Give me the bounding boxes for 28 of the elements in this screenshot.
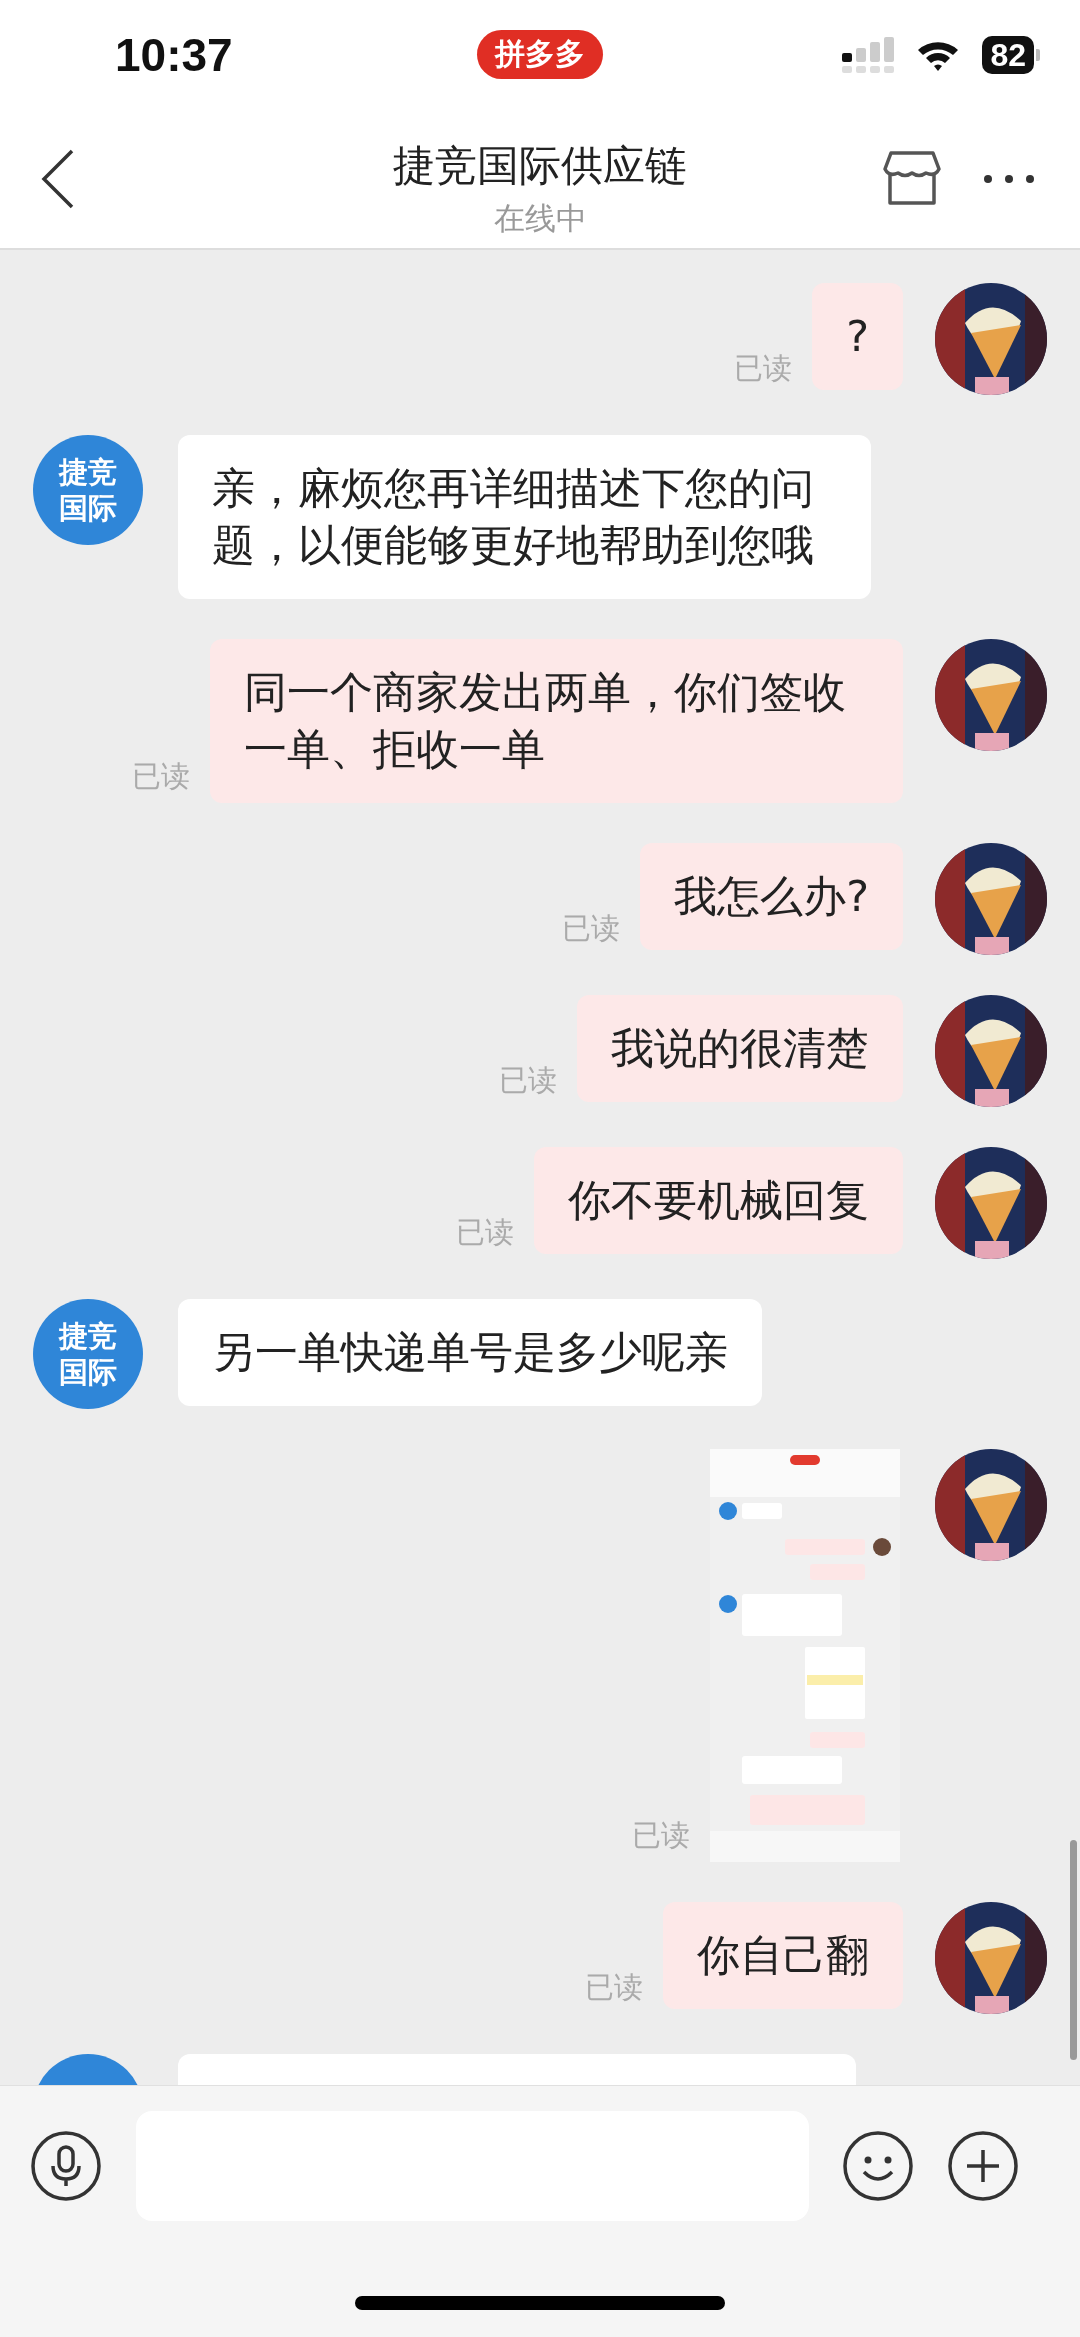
store-icon[interactable] bbox=[883, 151, 941, 207]
chat-title: 捷竞国际供应链 bbox=[393, 140, 687, 192]
message-bubble: 同一个商家发出两单，你们签收一单、拒收一单 bbox=[210, 639, 903, 803]
read-receipt: 已读 bbox=[132, 758, 190, 795]
read-receipt: 已读 bbox=[456, 1214, 514, 1251]
app-badge: 拼多多 bbox=[477, 30, 603, 79]
message-bubble: 我怎么办? bbox=[640, 843, 903, 950]
read-receipt: 已读 bbox=[734, 350, 793, 387]
signal-icon bbox=[842, 37, 895, 73]
online-status: 在线中 bbox=[493, 199, 587, 238]
back-icon[interactable] bbox=[40, 149, 76, 209]
message-bubble: 我说的很清楚 bbox=[577, 995, 903, 1102]
message-bubble: 亲，麻烦您再详细描述下您的问题，以便能够更好地帮助到您哦 bbox=[178, 435, 871, 599]
message-bubble: 你自己翻 bbox=[663, 1902, 903, 2009]
shop-avatar[interactable]: 捷竞国际 bbox=[33, 435, 143, 545]
message-bubble: ? bbox=[812, 283, 903, 390]
more-icon[interactable] bbox=[983, 174, 1035, 184]
plus-icon[interactable] bbox=[947, 2130, 1019, 2202]
status-time: 10:37 bbox=[115, 28, 233, 82]
read-receipt: 已读 bbox=[632, 1817, 690, 1854]
read-receipt: 已读 bbox=[499, 1062, 557, 1099]
shop-avatar[interactable]: 捷竞国际 bbox=[33, 1299, 143, 1409]
emoji-icon[interactable] bbox=[842, 2130, 914, 2202]
read-receipt: 已读 bbox=[562, 910, 621, 947]
read-receipt: 已读 bbox=[585, 1969, 643, 2006]
message-bubble: 另一单快递单号是多少呢亲 bbox=[178, 1299, 762, 1406]
microphone-icon[interactable] bbox=[30, 2130, 102, 2202]
message-bubble: 你不要机械回复 bbox=[534, 1147, 903, 1254]
